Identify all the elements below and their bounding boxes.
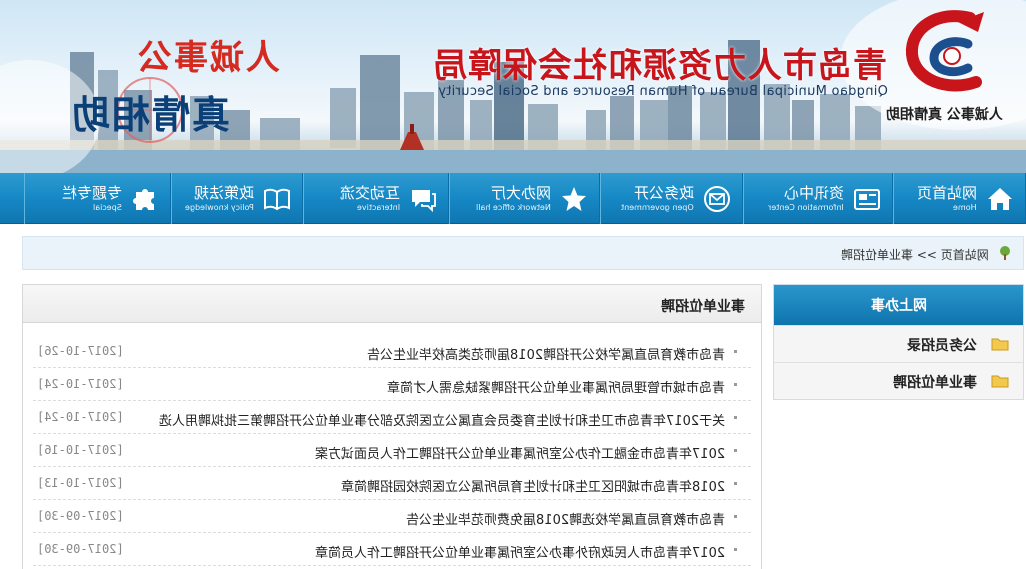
nav-item-news[interactable]: 资讯中心 Information Center xyxy=(743,173,893,224)
slogan-line-2: 真情相助 xyxy=(69,92,230,137)
list-item-title[interactable]: 青岛市教育局直属学校公开招聘2018届师范类高校毕业生公告 xyxy=(367,344,725,363)
sidebar-header: 网上办事 xyxy=(774,285,1023,325)
list-item-title[interactable]: 关于2017年青岛市卫生和计划生育委员会直属公立医院及部分事业单位公开招聘第三批… xyxy=(159,410,725,429)
list-item[interactable]: 2017年青岛市人民政府外事办公室所属事业单位公开招聘工作人员简章 [2017-… xyxy=(33,533,751,566)
list-header: 事业单位招聘 xyxy=(23,285,761,323)
bullet-dot xyxy=(734,350,737,353)
main-nav: 网站首页 Home 资讯中心 Information Center 政务公开 O… xyxy=(0,173,1026,224)
logo-slogan: 人诚事公 真情相助 xyxy=(886,107,1003,123)
folder-icon xyxy=(991,338,1009,351)
list-item-date: [2017-10-24] xyxy=(37,410,124,424)
nav-label: 专题专栏 xyxy=(61,184,122,202)
sidebar-item-label: 公务员招录 xyxy=(907,338,977,354)
bureau-logo-icon xyxy=(905,10,984,92)
news-icon xyxy=(854,189,880,210)
list-item-date: [2017-09-30] xyxy=(37,542,124,556)
list-item-date: [2017-10-26] xyxy=(37,344,124,358)
site-subtitle: Qingdao Municipal Bureau of Human Resour… xyxy=(438,84,888,99)
nav-label-en: Open government xyxy=(621,203,694,212)
breadcrumb: 网站首页 >> 事业单位招聘 xyxy=(22,236,1024,270)
nav-item-interactive[interactable]: 互动交流 Interactive xyxy=(303,173,449,224)
breadcrumb-text[interactable]: 网站首页 >> 事业单位招聘 xyxy=(841,246,989,263)
list-item-title[interactable]: 2018年青岛市城阳区卫生和计划生育局所属公立医院校园招聘简章 xyxy=(341,476,725,495)
list-item-title[interactable]: 2017年青岛市金融工作办公室所属事业单位公开招聘工作人员面试方案 xyxy=(315,443,725,462)
nav-label: 政务公开 xyxy=(633,184,694,202)
nav-label: 资讯中心 xyxy=(783,184,844,202)
bullet-dot xyxy=(734,383,737,386)
nav-item-office-hall[interactable]: 网办大厅 Network office hall xyxy=(449,173,600,224)
star-icon xyxy=(562,187,586,211)
sidebar-item-public-institution[interactable]: 事业单位招聘 xyxy=(774,362,1023,399)
list-item-date: [2017-10-24] xyxy=(37,377,124,391)
bullet-dot xyxy=(734,548,737,551)
list-title: 事业单位招聘 xyxy=(661,299,745,315)
nav-label: 政策法规 xyxy=(193,184,254,202)
nav-label-en: Information Center xyxy=(768,203,844,212)
chat-icon xyxy=(412,190,436,213)
list-item[interactable]: 青岛市教育局直属学校选聘2018届免费师范毕业生公告 [2017-09-30] xyxy=(33,500,751,533)
sidebar-item-civil-servant[interactable]: 公务员招录 xyxy=(774,325,1023,362)
sidebar-item-label: 事业单位招聘 xyxy=(893,375,977,391)
nav-item-government[interactable]: 政务公开 Open government xyxy=(600,173,743,224)
recruitment-list-panel: 事业单位招聘 青岛市教育局直属学校公开招聘2018届师范类高校毕业生公告 [20… xyxy=(22,284,762,569)
page: 人诚事公 真情相助 青岛市人力资源和社会保障局 Qingdao Municipa… xyxy=(0,0,1026,569)
book-icon xyxy=(264,188,290,211)
slogan-line-1: 人诚事公 xyxy=(136,38,280,78)
nav-label-en: Network office hall xyxy=(476,203,551,212)
online-service-sidebar: 网上办事 公务员招录 事业单位招聘 xyxy=(773,284,1024,400)
nav-label: 网办大厅 xyxy=(490,184,551,202)
list-item-title[interactable]: 青岛市城市管理局所属事业单位公开招聘紧缺急需人才简章 xyxy=(387,377,725,396)
nav-item-special[interactable]: 专题专栏 Special xyxy=(24,173,171,224)
bullet-dot xyxy=(734,482,737,485)
nav-label: 网站首页 xyxy=(916,184,977,202)
bullet-dot xyxy=(734,515,737,518)
nav-item-policy[interactable]: 政策法规 Policy knowledge xyxy=(171,173,303,224)
list-item[interactable]: 2017年青岛市金融工作办公室所属事业单位公开招聘工作人员面试方案 [2017-… xyxy=(33,434,751,467)
nav-label-en: Home xyxy=(953,203,977,212)
list-item-title[interactable]: 青岛市教育局直属学校选聘2018届免费师范毕业生公告 xyxy=(406,509,725,528)
header-banner: 人诚事公 真情相助 青岛市人力资源和社会保障局 Qingdao Municipa… xyxy=(0,0,1026,173)
nav-label-en: Policy knowledge xyxy=(185,203,254,212)
bullet-dot xyxy=(734,416,737,419)
list-item-date: [2017-10-16] xyxy=(37,443,124,457)
nav-item-home[interactable]: 网站首页 Home xyxy=(893,173,1026,224)
site-title: 青岛市人力资源和社会保障局 xyxy=(432,46,887,86)
nav-label: 互动交流 xyxy=(339,184,400,202)
nav-label-en: Special xyxy=(93,203,122,212)
list-item[interactable]: 青岛市城市管理局所属事业单位公开招聘紧缺急需人才简章 [2017-10-24] xyxy=(33,368,751,401)
list-item-title[interactable]: 2017年青岛市人民政府外事办公室所属事业单位公开招聘工作人员简章 xyxy=(315,542,725,561)
bullet-dot xyxy=(734,449,737,452)
list-item[interactable]: 青岛市教育局直属学校公开招聘2018届师范类高校毕业生公告 [2017-10-2… xyxy=(33,335,751,368)
list-item[interactable]: 关于2017年青岛市卫生和计划生育委员会直属公立医院及部分事业单位公开招聘第三批… xyxy=(33,401,751,434)
puzzle-icon xyxy=(133,189,154,210)
sidebar-title: 网上办事 xyxy=(871,298,927,314)
list-item-date: [2017-10-13] xyxy=(37,476,124,490)
folder-icon xyxy=(991,375,1009,388)
list-item[interactable]: 2018年青岛市城阳区卫生和计划生育局所属公立医院校园招聘简章 [2017-10… xyxy=(33,467,751,500)
nav-label-en: Interactive xyxy=(356,203,400,212)
list-item-date: [2017-09-30] xyxy=(37,509,124,523)
home-icon xyxy=(988,188,1012,210)
slogan-block: 人诚事公 真情相助 xyxy=(60,28,290,138)
tree-icon xyxy=(1000,246,1010,260)
envelope-icon xyxy=(704,186,730,212)
